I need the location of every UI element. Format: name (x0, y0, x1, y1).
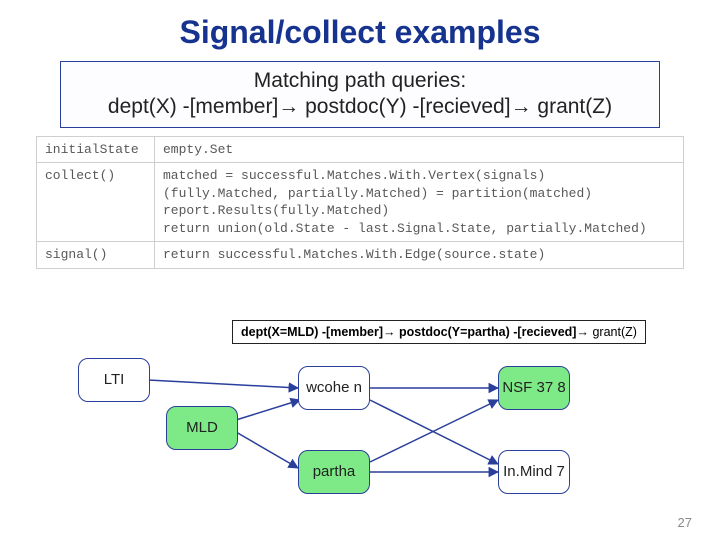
code-table: initialState empty.Set collect() matched… (36, 136, 684, 269)
query-line1: Matching path queries: (69, 68, 651, 94)
node-nsf378: NSF 37 8 (498, 366, 570, 410)
node-lti: LTI (78, 358, 150, 402)
code-label: initialState (37, 136, 155, 163)
code-label: signal() (37, 242, 155, 269)
page-title: Signal/collect examples (0, 0, 720, 51)
node-inmind7: In.Mind 7 (498, 450, 570, 494)
match-example-box: dept(X=MLD) -[member]→ postdoc(Y=partha)… (232, 320, 646, 344)
node-mld: MLD (166, 406, 238, 450)
code-body: empty.Set (155, 136, 684, 163)
table-row: initialState empty.Set (37, 136, 684, 163)
page-number: 27 (678, 515, 692, 530)
query-box: Matching path queries: dept(X) -[member]… (60, 61, 660, 128)
query-line2: dept(X) -[member]→ postdoc(Y) -[recieved… (69, 94, 651, 120)
code-body: return successful.Matches.With.Edge(sour… (155, 242, 684, 269)
node-partha: partha (298, 450, 370, 494)
code-body: matched = successful.Matches.With.Vertex… (155, 163, 684, 242)
code-label: collect() (37, 163, 155, 242)
node-wcohen: wcohe n (298, 366, 370, 410)
table-row: signal() return successful.Matches.With.… (37, 242, 684, 269)
table-row: collect() matched = successful.Matches.W… (37, 163, 684, 242)
